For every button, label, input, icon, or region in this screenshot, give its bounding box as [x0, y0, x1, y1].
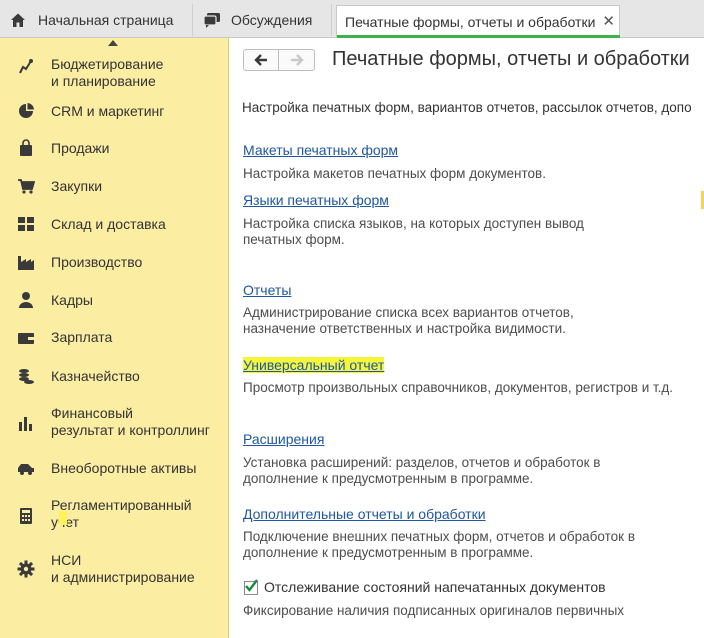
- discussions-icon: [203, 13, 220, 28]
- tracking-checkbox[interactable]: [244, 579, 258, 595]
- tab-print-forms[interactable]: Печатные формы, отчеты и обработки ✕: [336, 5, 620, 38]
- sidebar-item-label: Казначейство: [51, 368, 140, 384]
- sidebar-item-purchases[interactable]: Закупки: [0, 176, 228, 196]
- desc-universal-report: Просмотр произвольных справочников, доку…: [243, 380, 674, 395]
- coins-icon: [19, 369, 34, 384]
- pie-chart-icon: [19, 103, 34, 118]
- calculator-icon: [20, 508, 32, 524]
- sidebar-item-label: Закупки: [51, 178, 103, 194]
- link-additional-reports[interactable]: Дополнительные отчеты и обработки: [243, 506, 486, 522]
- gear-icon: [17, 560, 35, 578]
- checkmark-icon: [245, 579, 258, 592]
- sidebar-item-warehouse[interactable]: Склад и доставка: [0, 214, 228, 234]
- back-button[interactable]: [243, 49, 279, 71]
- sidebar-item-hr[interactable]: Кадры: [0, 290, 228, 310]
- desc-tracking: Фиксирование наличия подписанных оригина…: [243, 603, 625, 618]
- car-icon: [18, 464, 34, 475]
- sidebar-item-label: НСИ и администрирование: [51, 552, 195, 585]
- wallet-icon: [18, 333, 34, 344]
- sidebar-item-label: Внеоборотные активы: [51, 460, 197, 476]
- tab-discussions-label: Обсуждения: [231, 12, 313, 28]
- sidebar-item-regulated[interactable]: Регламентированный учет: [0, 496, 228, 532]
- sidebar-item-crm[interactable]: CRM и маркетинг: [0, 100, 228, 120]
- warehouse-icon: [18, 217, 34, 231]
- tab-home[interactable]: Начальная страница: [0, 4, 188, 36]
- intro-text: Настройка печатных форм, вариантов отчет…: [242, 100, 692, 115]
- tab-home-label: Начальная страница: [38, 12, 174, 28]
- sidebar-item-treasury[interactable]: Казначейство: [0, 366, 228, 386]
- sidebar-item-admin[interactable]: НСИ и администрирование: [0, 550, 228, 586]
- close-icon[interactable]: ✕: [602, 6, 615, 38]
- desc-additional-reports: Подключение внешних печатных форм, отчет…: [243, 529, 635, 560]
- sidebar-item-label: Зарплата: [51, 329, 113, 345]
- tab-bar: Начальная страница Обсуждения Печатные ф…: [0, 0, 704, 38]
- tab-print-forms-label: Печатные формы, отчеты и обработки: [345, 14, 596, 30]
- sidebar-item-label: Склад и доставка: [51, 216, 166, 232]
- main-content: Печатные формы, отчеты и обработки Настр…: [229, 38, 704, 638]
- budget-icon: [19, 59, 33, 74]
- link-universal-report[interactable]: Универсальный отчет: [243, 357, 385, 373]
- cursor-highlight: [59, 511, 67, 525]
- forward-button[interactable]: [279, 49, 315, 71]
- sidebar: Бюджетирование и планирование CRM и марк…: [0, 38, 229, 638]
- sidebar-item-fixed-assets[interactable]: Внеоборотные активы: [0, 458, 228, 478]
- sidebar-item-sales[interactable]: Продажи: [0, 138, 228, 158]
- sidebar-item-production[interactable]: Производство: [0, 252, 228, 272]
- sidebar-item-label: Продажи: [51, 140, 110, 156]
- bar-chart-icon: [19, 417, 32, 431]
- sidebar-item-label: CRM и маркетинг: [51, 103, 165, 119]
- sidebar-item-label: Бюджетирование и планирование: [51, 56, 164, 89]
- factory-icon: [18, 256, 34, 270]
- sidebar-item-label: Регламентированный учет: [51, 497, 192, 530]
- sidebar-item-budget[interactable]: Бюджетирование и планирование: [0, 46, 228, 89]
- cart-icon: [18, 179, 35, 194]
- sidebar-item-label: Кадры: [51, 292, 93, 308]
- page-title: Печатные формы, отчеты и обработки: [332, 48, 690, 70]
- sidebar-item-label: Производство: [51, 254, 143, 270]
- sidebar-item-label: Финансовый результат и контроллинг: [51, 405, 210, 438]
- link-reports[interactable]: Отчеты: [243, 282, 291, 298]
- sidebar-item-finance[interactable]: Финансовый результат и контроллинг: [0, 404, 228, 440]
- sidebar-item-salary[interactable]: Зарплата: [0, 328, 228, 348]
- person-icon: [19, 292, 33, 308]
- link-extensions[interactable]: Расширения: [243, 431, 324, 447]
- arrow-left-icon: [254, 54, 267, 66]
- home-icon: [11, 13, 25, 27]
- desc-print-layouts: Настройка макетов печатных форм документ…: [243, 166, 546, 181]
- link-print-languages[interactable]: Языки печатных форм: [243, 192, 389, 208]
- desc-reports: Администрирование списка всех вариантов …: [243, 305, 574, 336]
- desc-print-languages: Настройка списка языков, на которых дост…: [243, 216, 584, 247]
- arrow-right-icon: [290, 54, 304, 66]
- bag-icon: [20, 139, 32, 156]
- link-print-layouts[interactable]: Макеты печатных форм: [243, 142, 398, 158]
- tab-discussions[interactable]: Обсуждения: [192, 4, 332, 36]
- desc-extensions: Установка расширений: разделов, отчетов …: [243, 455, 601, 486]
- tracking-checkbox-label[interactable]: Отслеживание состояний напечатанных доку…: [264, 579, 606, 595]
